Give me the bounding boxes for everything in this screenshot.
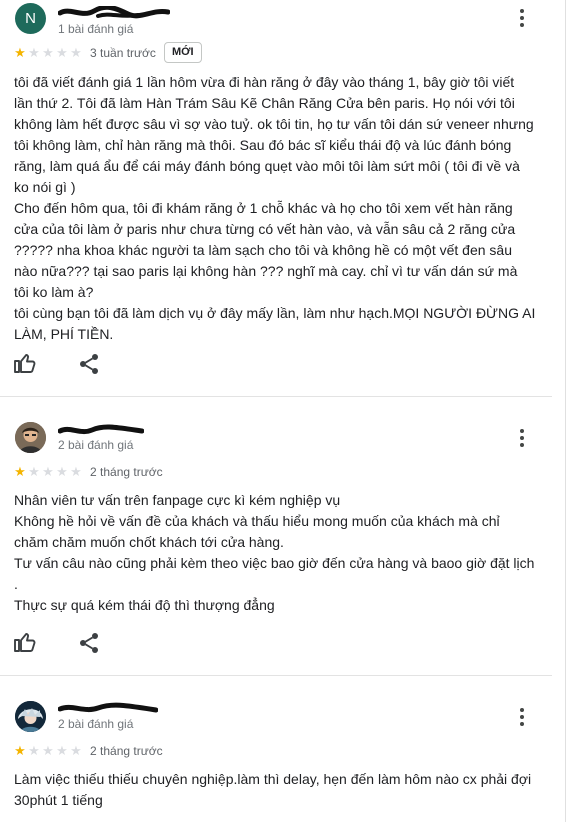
star-filled-icon: ★ xyxy=(14,743,26,758)
star-empty-icon: ★ xyxy=(42,743,54,758)
reviewer-name-redacted[interactable] xyxy=(58,702,158,716)
star-empty-icon: ★ xyxy=(28,743,40,758)
review-text: Làm việc thiếu thiếu chuyên nghiệp.làm t… xyxy=(14,771,532,808)
review-time: 3 tuần trước xyxy=(90,46,156,60)
review-text: Nhân viên tư vấn trên fanpage cực kì kém… xyxy=(14,492,535,613)
review-card: 2 bài đánh giá ★ ★ ★ ★ ★ 2 tháng trước Nhân … xyxy=(0,397,552,675)
star-empty-icon: ★ xyxy=(56,45,68,60)
review-card: 2 bài đánh giá ★ ★ ★ ★ ★ 2 tháng trước Làm v… xyxy=(0,676,552,822)
star-empty-icon: ★ xyxy=(56,464,68,479)
more-options-icon[interactable] xyxy=(512,428,532,448)
reviewer-review-count[interactable]: 2 bài đánh giá xyxy=(58,717,133,731)
star-filled-icon: ★ xyxy=(14,45,26,60)
reviews-panel: N 1 bài đánh giá ★ ★ ★ ★ ★ 3 tuần trước MỚI … xyxy=(0,0,566,822)
review-text: tôi đã viết đánh giá 1 lần hôm vừa đi hà… xyxy=(14,74,536,342)
review-card: N 1 bài đánh giá ★ ★ ★ ★ ★ 3 tuần trước MỚI … xyxy=(0,0,552,396)
star-rating: ★ ★ ★ ★ ★ xyxy=(13,744,83,757)
avatar-letter: N xyxy=(25,10,36,27)
avatar-photo-icon xyxy=(15,701,46,732)
star-empty-icon: ★ xyxy=(42,45,54,60)
star-rating: ★ ★ ★ ★ ★ xyxy=(13,46,83,59)
avatar[interactable] xyxy=(15,422,46,453)
reviewer-review-count[interactable]: 2 bài đánh giá xyxy=(58,438,133,452)
more-options-icon[interactable] xyxy=(512,707,532,727)
star-empty-icon: ★ xyxy=(28,464,40,479)
avatar-photo-icon xyxy=(15,422,46,453)
thumb-up-icon[interactable] xyxy=(13,630,37,654)
star-empty-icon: ★ xyxy=(70,464,82,479)
reviewer-name-redacted[interactable] xyxy=(58,6,170,20)
share-icon[interactable] xyxy=(77,631,101,655)
review-time: 2 tháng trước xyxy=(90,744,163,758)
review-time: 2 tháng trước xyxy=(90,465,163,479)
reviewer-name-redacted[interactable] xyxy=(58,424,144,438)
new-badge: MỚI xyxy=(164,42,202,63)
star-rating: ★ ★ ★ ★ ★ xyxy=(13,465,83,478)
star-empty-icon: ★ xyxy=(70,743,82,758)
reviewer-review-count[interactable]: 1 bài đánh giá xyxy=(58,22,133,36)
star-empty-icon: ★ xyxy=(42,464,54,479)
star-filled-icon: ★ xyxy=(14,464,26,479)
share-icon[interactable] xyxy=(77,352,101,376)
star-empty-icon: ★ xyxy=(28,45,40,60)
thumb-up-icon[interactable] xyxy=(13,351,37,375)
star-empty-icon: ★ xyxy=(56,743,68,758)
avatar[interactable] xyxy=(15,701,46,732)
star-empty-icon: ★ xyxy=(70,45,82,60)
avatar[interactable]: N xyxy=(15,3,46,34)
more-options-icon[interactable] xyxy=(512,8,532,28)
